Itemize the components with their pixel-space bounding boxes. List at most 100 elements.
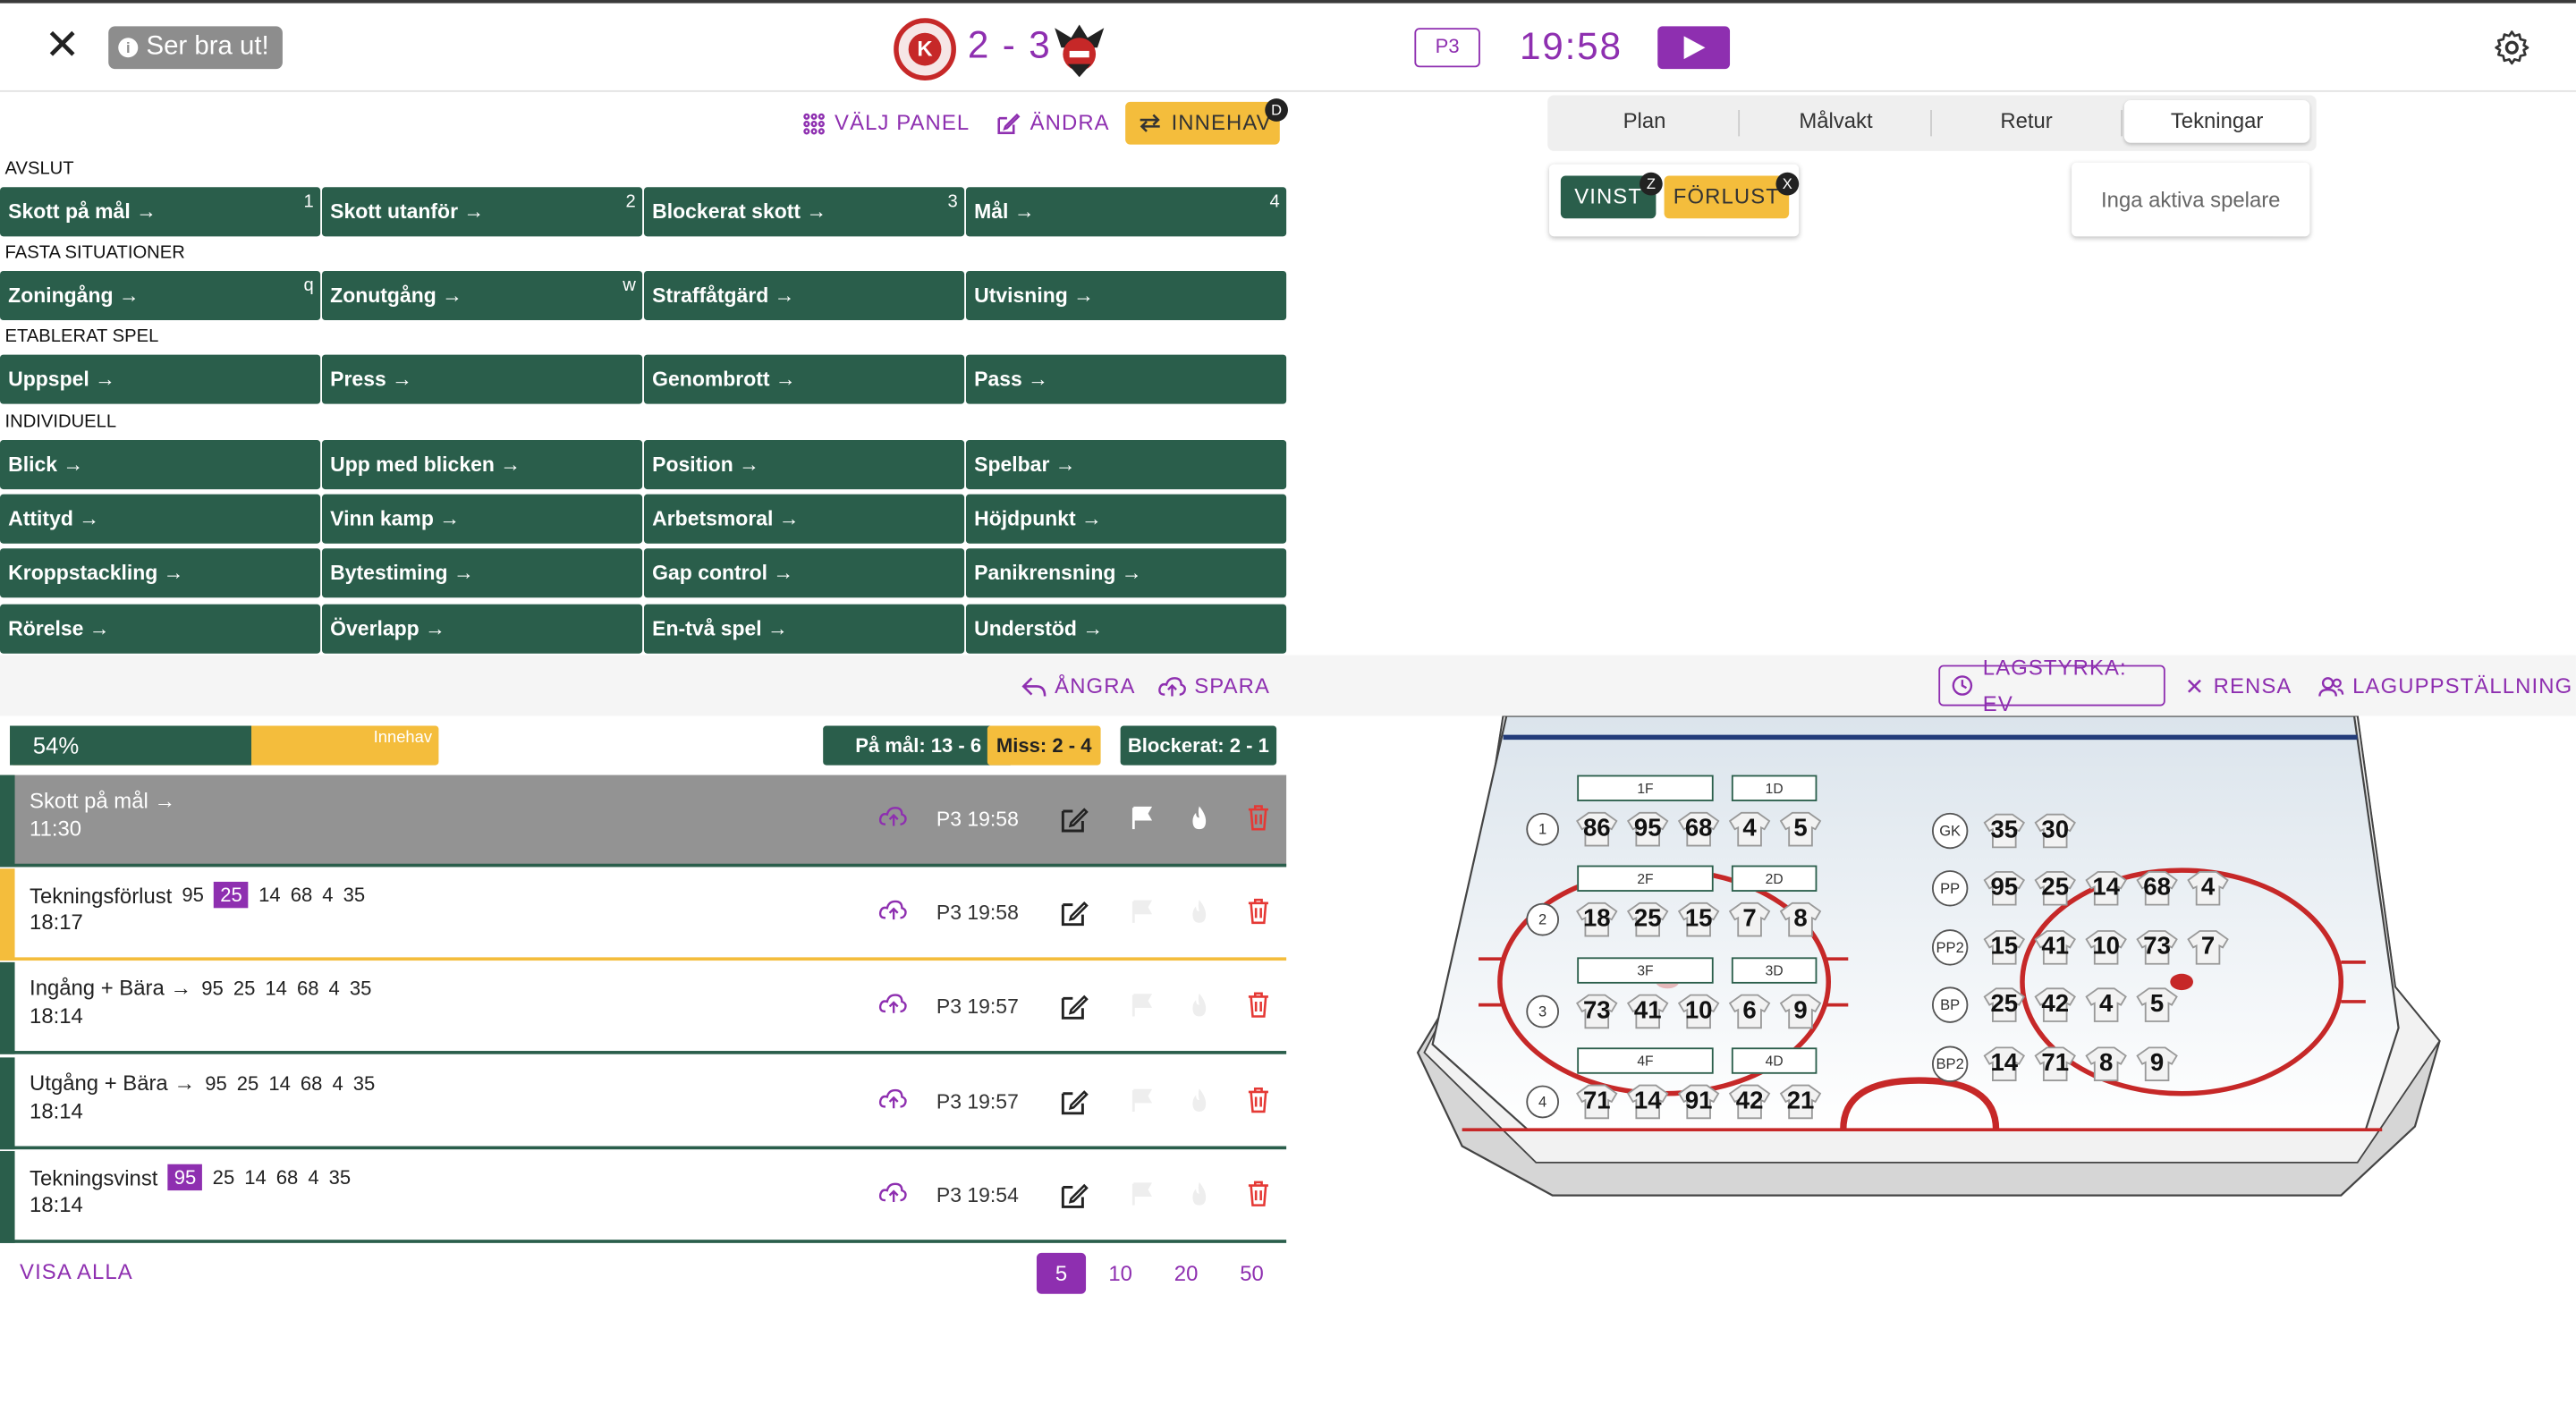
event-row[interactable]: Tekningsvinst 95 25 14 68 4 35 18:14 P3 19:54 [0,1151,1287,1243]
event-type-button[interactable]: Attityd → [0,494,321,544]
player-shirt[interactable]: 4 [2085,986,2128,1022]
special-team-label[interactable]: BP2 [1931,1045,1969,1082]
rink-diagram[interactable] [1413,715,2448,1228]
event-type-button[interactable]: Zonutgång → w [321,270,643,321]
event-type-button[interactable]: Spelbar → [965,440,1287,490]
player-shirt[interactable]: 68 [1677,811,1720,847]
player-shirt[interactable]: 8 [1779,901,1822,937]
player-shirt[interactable]: 30 [2034,813,2077,849]
player-shirt[interactable]: 95 [1626,811,1669,847]
event-type-button[interactable]: Blockerat skott → 3 [643,187,965,237]
player-shirt[interactable]: 25 [1983,986,2026,1022]
player-shirt[interactable]: 4 [1728,811,1771,847]
player-shirt[interactable]: 42 [2034,986,2077,1022]
edit-icon[interactable] [1060,1087,1093,1120]
team-strength-button[interactable]: LAGSTYRKA: EV [1938,655,2165,715]
tab-faceoffs[interactable]: Tekningar [2123,99,2310,143]
player-shirt[interactable]: 68 [2136,870,2179,906]
show-all-link[interactable]: VISA ALLA [20,1259,133,1284]
event-type-button[interactable]: Press → [321,354,643,404]
undo-button[interactable]: ÅNGRA [1021,672,1135,701]
event-type-button[interactable]: Panikrensning → [965,548,1287,598]
upload-icon[interactable] [878,992,912,1025]
player-shirt[interactable]: 91 [1677,1084,1720,1120]
period-indicator[interactable]: P3 [1414,28,1480,68]
event-type-button[interactable]: Straffåtgärd → [643,270,965,321]
event-type-button[interactable]: Gap control → [643,548,965,598]
player-shirt[interactable]: 25 [2034,870,2077,906]
upload-icon[interactable] [878,1087,912,1120]
event-type-button[interactable]: En-två spel → [643,604,965,654]
player-shirt[interactable]: 15 [1677,901,1720,937]
tab-goalie[interactable]: Målvakt [1741,100,1930,143]
edit-icon[interactable] [1060,992,1093,1025]
flag-icon[interactable] [1129,1181,1162,1214]
event-type-button[interactable]: Skott utanför → 2 [321,187,643,237]
player-shirt[interactable]: 14 [1983,1046,2026,1082]
player-shirt[interactable]: 8 [2085,1046,2128,1082]
event-type-button[interactable]: Arbetsmoral → [643,494,965,544]
fire-icon[interactable] [1188,898,1221,931]
upload-icon[interactable] [878,1181,912,1214]
flag-icon[interactable] [1129,805,1162,838]
player-shirt[interactable]: 35 [1983,813,2026,849]
page-size-10[interactable]: 10 [1096,1253,1145,1294]
event-type-button[interactable]: Uppspel → [0,354,321,404]
event-type-button[interactable]: Upp med blicken → [321,440,643,490]
close-icon[interactable]: ✕ [43,23,82,66]
event-row[interactable]: Ingång + Bära → 95 25 14 68 4 35 18:14 P3 19:57 [0,961,1287,1054]
trash-icon[interactable] [1247,1181,1280,1214]
player-shirt[interactable]: 86 [1575,811,1618,847]
player-shirt[interactable]: 25 [1626,901,1669,937]
player-shirt[interactable]: 14 [2085,870,2128,906]
special-team-label[interactable]: PP2 [1931,929,1969,966]
event-type-button[interactable]: Position → [643,440,965,490]
special-team-label[interactable]: PP [1931,870,1969,907]
fire-icon[interactable] [1188,1087,1221,1120]
player-shirt[interactable]: 41 [2034,929,2077,965]
upload-icon[interactable] [878,805,912,838]
player-shirt[interactable]: 6 [1728,994,1771,1029]
player-shirt[interactable]: 14 [1626,1084,1669,1120]
event-type-button[interactable]: Höjdpunkt → [965,494,1287,544]
player-shirt[interactable]: 10 [2085,929,2128,965]
event-type-button[interactable]: Skott på mål → 1 [0,187,321,237]
event-type-button[interactable]: Rörelse → [0,604,321,654]
gear-icon[interactable] [2494,30,2529,65]
event-row[interactable]: Utgång + Bära → 95 25 14 68 4 35 18:14 P3 19:57 [0,1057,1287,1150]
clear-button[interactable]: ✕ RENSA [2185,672,2292,701]
player-shirt[interactable]: 5 [2136,986,2179,1022]
upload-icon[interactable] [878,898,912,931]
player-shirt[interactable]: 4 [2187,870,2230,906]
player-shirt[interactable]: 71 [2034,1046,2077,1082]
flag-icon[interactable] [1129,1087,1162,1120]
edit-icon[interactable] [1060,1181,1093,1214]
player-shirt[interactable]: 95 [1983,870,2026,906]
player-shirt[interactable]: 9 [2136,1046,2179,1082]
tab-rebound[interactable]: Retur [1934,100,2120,143]
player-shirt[interactable]: 73 [2136,929,2179,965]
edit-icon[interactable] [1060,805,1093,838]
trash-icon[interactable] [1247,992,1280,1025]
trash-icon[interactable] [1247,805,1280,838]
player-shirt[interactable]: 42 [1728,1084,1771,1120]
special-team-label[interactable]: GK [1931,812,1969,850]
player-shirt[interactable]: 7 [2187,929,2230,965]
line-number[interactable]: 2 [1526,902,1560,936]
line-number[interactable]: 1 [1526,812,1560,846]
faceoff-loss-button[interactable]: FÖRLUST [1664,175,1790,219]
edit-icon[interactable] [1060,898,1093,931]
event-type-button[interactable]: Mål → 4 [965,187,1287,237]
line-number[interactable]: 3 [1526,995,1560,1028]
lineup-button[interactable]: LAGUPPSTÄLLNING [2318,672,2573,701]
event-type-button[interactable]: Överlapp → [321,604,643,654]
trash-icon[interactable] [1247,1087,1280,1120]
tab-plan[interactable]: Plan [1553,100,1737,143]
fire-icon[interactable] [1188,805,1221,838]
event-type-button[interactable]: Pass → [965,354,1287,404]
event-type-button[interactable]: Bytestiming → [321,548,643,598]
event-type-button[interactable]: Blick → [0,440,321,490]
event-row[interactable]: Tekningsförlust 95 25 14 68 4 35 18:17 P3 19:58 [0,868,1287,961]
player-shirt[interactable]: 73 [1575,994,1618,1029]
player-shirt[interactable]: 9 [1779,994,1822,1029]
